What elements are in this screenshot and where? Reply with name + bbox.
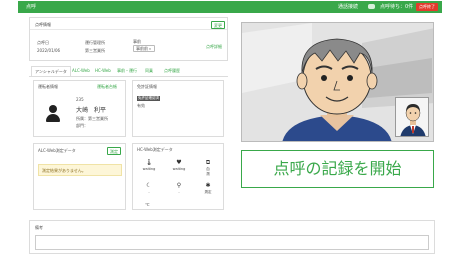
hc-lab-cell: ✱ 測定 xyxy=(197,182,219,200)
hc-heartrate-cell: ♥ waiting xyxy=(168,159,190,177)
license-status: 有効 xyxy=(137,103,145,108)
panel-header: 点呼情報 xyxy=(30,18,227,30)
tab-divider xyxy=(29,76,228,77)
alc-measurement-panel: ALC-Web測定データ 測定 測定結果がありません。 xyxy=(33,143,126,210)
connection-toggle[interactable] xyxy=(368,4,375,9)
license-info-panel: 免許証情報 免許証確認済 有効 xyxy=(132,80,224,137)
tab-history[interactable]: 点呼履歴 xyxy=(161,66,183,76)
hc-panel-title: HC-Web測定データ xyxy=(137,147,173,152)
timing-select-value: 事前前 xyxy=(136,46,148,51)
hc-activity-cell: ⚲ - xyxy=(168,182,190,200)
driver-ledger-link[interactable]: 運転者台帳 xyxy=(97,84,117,90)
alc-panel-title: ALC-Web測定データ xyxy=(38,148,76,153)
tab-ride-along[interactable]: 同乗 xyxy=(142,66,156,76)
driver-name: 大崎 利平 xyxy=(76,107,107,114)
self-view-video xyxy=(395,97,429,137)
office-value: 第三営業所 xyxy=(85,48,105,53)
tab-hc-web[interactable]: HC-Web xyxy=(92,66,114,76)
end-rollcall-button[interactable]: 点呼終了 xyxy=(416,3,438,11)
connection-status: 通話接続 xyxy=(338,4,359,10)
rollcall-info-panel: 点呼情報 変更 点呼日 2022/01/06 運行管理所 第三営業所 事前 事前… xyxy=(29,17,228,61)
alc-empty-warning: 測定結果がありません。 xyxy=(38,164,122,176)
app-header: 点呼 通話接続 点呼待ち：0件 点呼終了 xyxy=(18,1,442,13)
hc-activity-label: - xyxy=(178,190,180,194)
lab-icon: ✱ xyxy=(205,182,211,189)
notes-label: 備考 xyxy=(35,225,43,230)
detail-link[interactable]: 点呼詳細 xyxy=(206,44,222,50)
change-button[interactable]: 変更 xyxy=(211,21,225,29)
driver-dept: 部門： xyxy=(76,123,88,128)
tab-bar: アンシャルデータ ALC-Web HC-Web 事前・運行 同乗 点呼履歴 xyxy=(29,66,228,78)
tab-pre-operation[interactable]: 事前・運行 xyxy=(114,66,140,76)
notes-textarea[interactable] xyxy=(35,235,429,250)
blood-pressure-icon: ⧉ xyxy=(205,159,211,166)
waiting-count: 点呼待ち：0件 xyxy=(380,4,414,10)
tab-alc-web[interactable]: ALC-Web xyxy=(69,66,93,76)
thermometer-icon: 🌡 xyxy=(145,159,153,166)
license-verified-badge: 免許証確認済 xyxy=(137,96,160,101)
walk-icon: ⚲ xyxy=(176,182,182,189)
hc-lab-label: 測定 xyxy=(204,190,212,194)
date-label: 点呼日 xyxy=(37,40,49,45)
alc-measure-button[interactable]: 測定 xyxy=(107,147,121,155)
app-title: 点呼 xyxy=(26,4,37,10)
hc-sleep-cell: ☾ - xyxy=(138,182,160,200)
hc-sleep-label: - xyxy=(148,190,150,194)
heart-icon: ♥ xyxy=(176,159,182,166)
hc-bloodpressure-cell: ⧉ 血 測 xyxy=(197,159,219,177)
video-feed xyxy=(241,22,434,142)
sleep-icon: ☾ xyxy=(146,182,152,189)
hc-unit-note: ℃ xyxy=(145,202,150,207)
driver-info-panel: 運転者情報 運転者台帳 235 大崎 利平 所属：第三営業所 部門： xyxy=(33,80,126,137)
office-label: 運行管理所 xyxy=(85,40,105,45)
driver-office: 所属：第三営業所 xyxy=(76,116,108,121)
timing-select[interactable]: 事前前 ▾ xyxy=(133,45,155,52)
hc-bloodpressure-value: 測 xyxy=(206,172,210,176)
hc-heartrate-label: waiting xyxy=(172,167,186,171)
tab-unit-data[interactable]: アンシャルデータ xyxy=(31,66,71,76)
date-value: 2022/01/06 xyxy=(37,48,61,53)
license-panel-title: 免許証情報 xyxy=(137,84,157,89)
operator-avatar xyxy=(396,98,428,136)
hc-measurement-panel: HC-Web測定データ 🌡 waiting ♥ waiting ⧉ 血 測 ☾ … xyxy=(132,143,224,210)
chevron-down-icon: ▾ xyxy=(149,47,151,51)
panel-title: 点呼情報 xyxy=(35,22,51,27)
notes-panel: 備考 xyxy=(29,220,435,254)
hc-temperature-cell: 🌡 waiting xyxy=(138,159,160,177)
hc-bloodpressure-label: 血 xyxy=(206,167,210,171)
alc-warning-text: 測定結果がありません。 xyxy=(42,168,86,173)
start-rollcall-button[interactable]: 点呼の記録を開始 xyxy=(241,150,434,188)
driver-panel-title: 運転者情報 xyxy=(38,84,58,89)
hc-temperature-label: waiting xyxy=(142,167,156,171)
driver-code: 235 xyxy=(76,97,84,102)
driver-avatar-icon xyxy=(46,105,60,123)
